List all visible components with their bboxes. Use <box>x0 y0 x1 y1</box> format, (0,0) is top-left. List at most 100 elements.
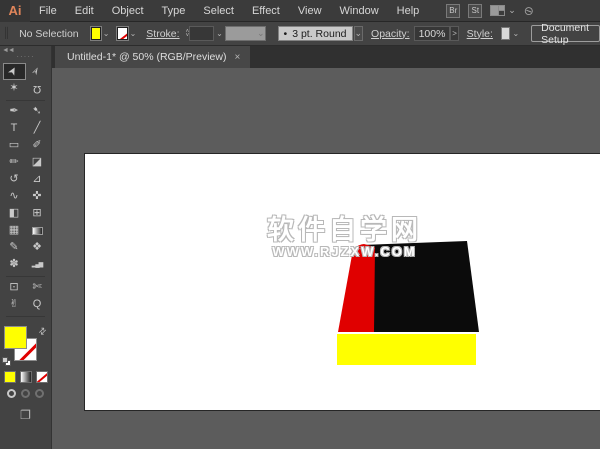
type-icon: T <box>11 123 18 134</box>
menu-bar: Ai FileEditObjectTypeSelectEffectViewWin… <box>0 0 600 22</box>
document-setup-button[interactable]: Document Setup <box>531 25 600 42</box>
menu-item-type[interactable]: Type <box>153 0 195 22</box>
opacity-arrow-button[interactable]: > <box>450 26 458 41</box>
brush-dropdown-button[interactable]: ⌄ <box>354 26 364 41</box>
canvas-pasteboard[interactable]: 软件自学网 WWW.RJZXW.COM <box>52 68 600 449</box>
brush-name: 3 pt. Round <box>292 28 346 40</box>
brush-definition-dropdown[interactable]: • 3 pt. Round <box>278 26 353 41</box>
fill-color-swatch[interactable] <box>91 27 101 40</box>
panel-drag-grip[interactable]: ····· <box>0 54 51 62</box>
menu-item-object[interactable]: Object <box>103 0 153 22</box>
style-panel-link[interactable]: Style: <box>467 28 493 40</box>
lasso-tool[interactable]: Ω <box>27 81 48 96</box>
opacity-panel-link[interactable]: Opacity: <box>371 28 410 40</box>
zoom-icon: Q <box>33 299 42 310</box>
rectangle-tool[interactable]: ▭ <box>4 138 25 153</box>
paintbrush-icon: ✐ <box>32 140 41 151</box>
close-icon[interactable]: × <box>234 52 240 63</box>
draw-behind-icon[interactable] <box>21 389 30 398</box>
eyedropper-tool[interactable]: ✎ <box>4 240 25 255</box>
blend-icon: ❖ <box>32 242 42 253</box>
artboard-tool[interactable]: ⊡ <box>4 280 25 295</box>
gradient-tool[interactable] <box>27 223 48 238</box>
rectangle-icon: ▭ <box>9 140 19 151</box>
stroke-color-swatch[interactable] <box>117 27 127 40</box>
stroke-weight-field[interactable] <box>189 26 214 41</box>
shaper-tool[interactable]: ✏ <box>4 155 25 170</box>
slice-tool[interactable]: ✄ <box>27 280 48 295</box>
curvature-tool[interactable]: ➷ <box>27 104 48 119</box>
curvature-icon: ➷ <box>32 106 41 117</box>
gradient-button[interactable] <box>20 371 32 383</box>
mesh-tool[interactable]: ▦ <box>4 223 25 238</box>
blend-tool[interactable]: ❖ <box>27 240 48 255</box>
symbol-sprayer-tool[interactable]: ✽ <box>4 257 25 272</box>
puppet-warp-tool[interactable]: ✜ <box>27 189 48 204</box>
eraser-tool[interactable]: ◪ <box>27 155 48 170</box>
menu-item-help[interactable]: Help <box>388 0 429 22</box>
yellow-shape[interactable] <box>337 334 476 365</box>
document-tab[interactable]: Untitled-1* @ 50% (RGB/Preview) × <box>55 46 250 68</box>
gpu-performance-icon[interactable]: ⊘ <box>520 3 537 18</box>
default-fill-stroke-icon[interactable] <box>2 357 12 367</box>
opacity-field[interactable]: 100% <box>414 26 451 41</box>
magic-wand-icon: ✶ <box>9 83 18 94</box>
perspective-grid-tool[interactable]: ⊞ <box>27 206 48 221</box>
rotate-tool[interactable]: ↺ <box>4 172 25 187</box>
menu-right-icons: Br St ⌄ ⊘ <box>446 4 534 18</box>
workspace-switcher[interactable]: ⌄ <box>490 5 516 16</box>
width-tool[interactable]: ∿ <box>4 189 25 204</box>
pen-tool[interactable]: ✒ <box>4 104 25 119</box>
color-button[interactable] <box>4 371 16 383</box>
watermark-url: WWW.RJZXW.COM <box>267 244 422 259</box>
shaper-icon: ✏ <box>9 157 18 168</box>
chevron-down-icon[interactable]: ⌄ <box>103 29 110 38</box>
type-tool[interactable]: T <box>4 121 25 136</box>
menu-item-view[interactable]: View <box>289 0 331 22</box>
line-segment-tool[interactable]: ╱ <box>27 121 48 136</box>
column-graph-tool[interactable]: ▂▄▆ <box>27 257 48 272</box>
document-tab-title: Untitled-1* @ 50% (RGB/Preview) <box>67 51 226 63</box>
artboard-icon: ⊡ <box>9 282 18 293</box>
stock-icon[interactable]: St <box>468 4 482 18</box>
menu-item-window[interactable]: Window <box>331 0 388 22</box>
menu-item-edit[interactable]: Edit <box>66 0 103 22</box>
direct-selection-tool[interactable]: ➢ <box>27 64 48 79</box>
screen-mode-icon[interactable]: ❐ <box>0 408 51 422</box>
chevron-down-icon[interactable]: ⌄ <box>216 29 223 38</box>
scale-tool[interactable]: ⊿ <box>27 172 48 187</box>
zoom-tool[interactable]: Q <box>27 297 48 312</box>
stroke-panel-link[interactable]: Stroke: <box>146 28 179 40</box>
menu-item-select[interactable]: Select <box>194 0 243 22</box>
artboard[interactable]: 软件自学网 WWW.RJZXW.COM <box>84 153 600 411</box>
menu-items: FileEditObjectTypeSelectEffectViewWindow… <box>30 0 428 22</box>
style-swatch[interactable] <box>501 27 511 40</box>
draw-inside-icon[interactable] <box>35 389 44 398</box>
menu-item-effect[interactable]: Effect <box>243 0 289 22</box>
hand-tool[interactable]: ✌ <box>4 297 25 312</box>
paintbrush-tool[interactable]: ✐ <box>27 138 48 153</box>
artwork[interactable] <box>85 154 600 412</box>
scale-icon: ⊿ <box>32 174 41 185</box>
fill-swatch[interactable] <box>4 326 27 349</box>
menu-item-file[interactable]: File <box>30 0 66 22</box>
selection-tool[interactable]: ➤ <box>4 64 25 79</box>
magic-wand-tool[interactable]: ✶ <box>4 81 25 96</box>
chevron-down-icon[interactable]: ⌄ <box>512 29 519 38</box>
tool-group-divider <box>6 316 45 317</box>
swap-fill-stroke-icon[interactable]: ⇄ <box>37 325 50 338</box>
shape-builder-tool[interactable]: ◧ <box>4 206 25 221</box>
none-button[interactable] <box>36 371 48 383</box>
collapse-panel-icon[interactable]: ◄◄ <box>2 47 14 54</box>
chevron-down-icon[interactable]: ⌄ <box>130 29 137 38</box>
chevron-down-icon: ⌄ <box>257 29 265 38</box>
width-profile-dropdown: ⌄ <box>225 26 266 41</box>
document-area: Untitled-1* @ 50% (RGB/Preview) × 软件自学网 … <box>52 46 600 449</box>
gradient-tool-icon <box>32 227 43 235</box>
bridge-icon[interactable]: Br <box>446 4 460 18</box>
pen-icon: ✒ <box>9 106 18 117</box>
hand-icon: ✌ <box>9 299 18 310</box>
rotate-icon: ↺ <box>9 174 18 185</box>
line-segment-icon: ╱ <box>34 123 41 134</box>
draw-normal-icon[interactable] <box>7 389 16 398</box>
